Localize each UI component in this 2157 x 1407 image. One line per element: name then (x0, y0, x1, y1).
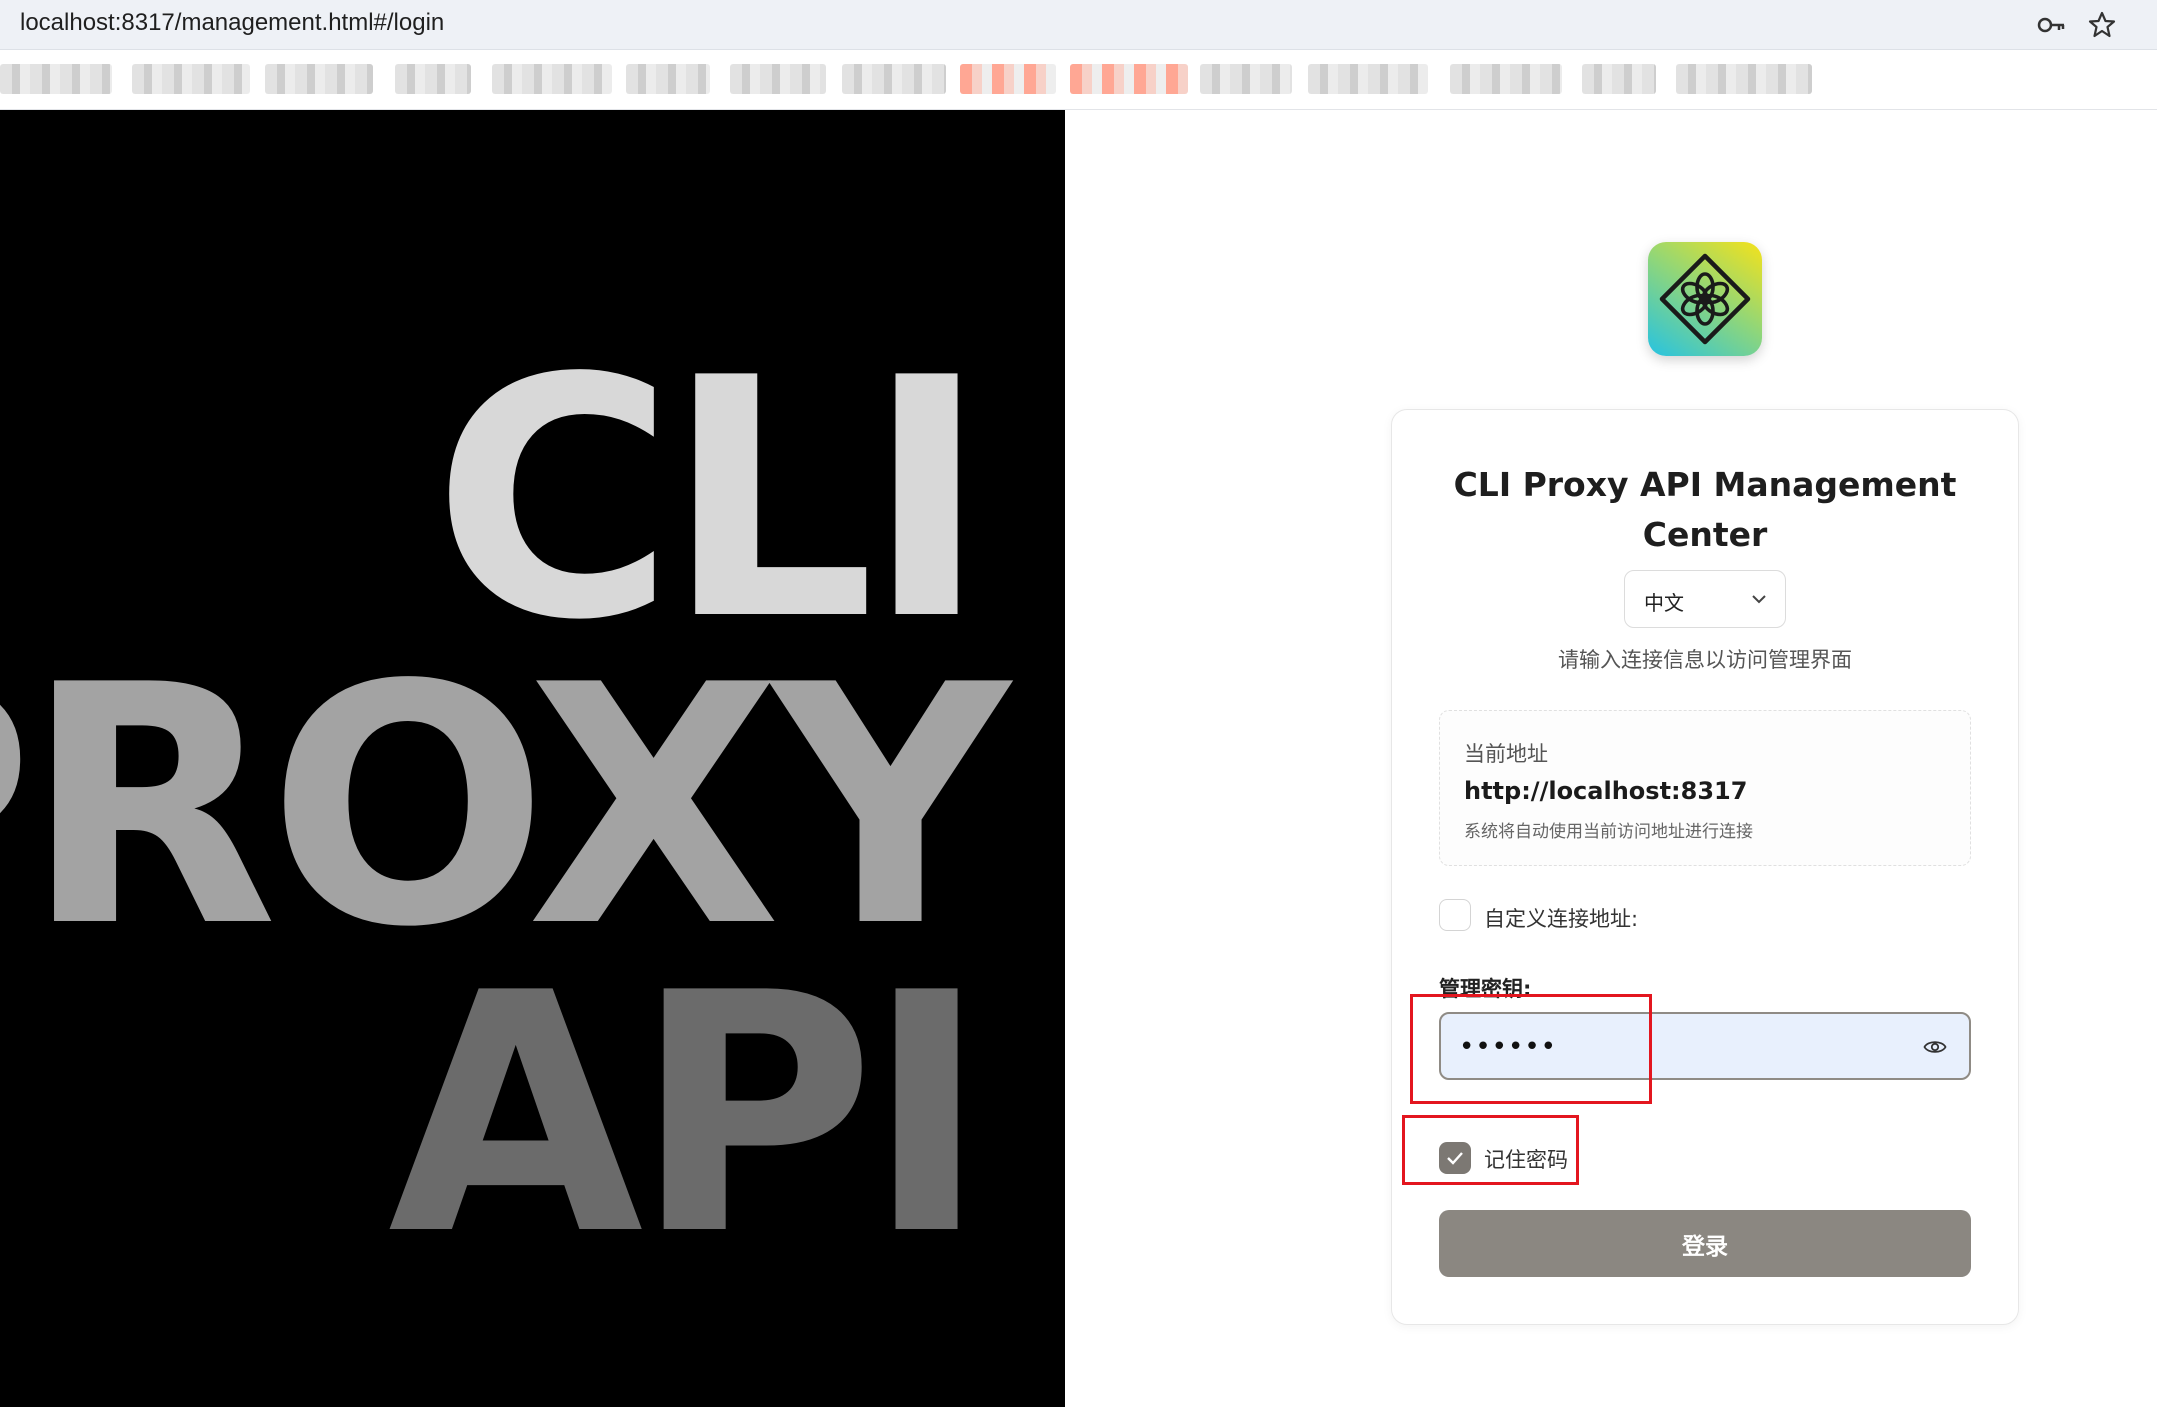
key-icon[interactable] (2036, 10, 2066, 40)
url-text[interactable]: localhost:8317/management.html#/login (20, 9, 444, 37)
current-address-box: 当前地址 http://localhost:8317 系统将自动使用当前访问地址… (1439, 710, 1971, 866)
login-button[interactable]: 登录 (1439, 1210, 1971, 1277)
page-title: CLI Proxy API Management Center (1453, 465, 1957, 554)
login-subtitle: 请输入连接信息以访问管理界面 (1558, 648, 1852, 672)
bookmark-item[interactable] (1200, 64, 1292, 94)
bookmark-item[interactable] (1676, 64, 1812, 94)
browser-address-bar: localhost:8317/management.html#/login (0, 0, 2157, 50)
custom-address-checkbox[interactable] (1439, 899, 1471, 931)
annotation-box-password (1410, 994, 1652, 1104)
bookmark-item[interactable] (842, 64, 946, 94)
bookmark-item[interactable] (730, 64, 826, 94)
bookmark-item[interactable] (1450, 64, 1562, 94)
chevron-down-icon (1752, 595, 1766, 604)
bookmark-item[interactable] (1308, 64, 1428, 94)
current-address-label: 当前地址 (1464, 742, 1548, 766)
eye-icon[interactable] (1923, 1038, 1947, 1056)
bookmark-item[interactable] (1070, 64, 1188, 94)
custom-address-label[interactable]: 自定义连接地址: (1484, 903, 1638, 933)
bookmark-item[interactable] (132, 64, 250, 94)
bookmark-item[interactable] (265, 64, 373, 94)
language-select[interactable]: 中文 (1624, 570, 1786, 628)
language-selected-value: 中文 (1644, 591, 1684, 615)
star-icon[interactable] (2087, 10, 2117, 40)
annotation-box-remember (1402, 1115, 1579, 1185)
bookmark-item[interactable] (626, 64, 710, 94)
bookmark-item[interactable] (492, 64, 612, 94)
hero-panel: CLI PROXY API (0, 110, 1065, 1407)
app-logo (1648, 242, 1762, 356)
hero-word-api: API (387, 923, 988, 1307)
bookmark-item[interactable] (0, 64, 112, 94)
bookmarks-bar (0, 50, 2157, 110)
bookmark-item[interactable] (960, 64, 1056, 94)
current-address-hint: 系统将自动使用当前访问地址进行连接 (1464, 822, 1753, 842)
bookmark-item[interactable] (395, 64, 471, 94)
login-card: CLI Proxy API Management Center 中文 请输入连接… (1391, 409, 2019, 1325)
current-address-value: http://localhost:8317 (1464, 777, 1748, 805)
bookmark-item[interactable] (1582, 64, 1656, 94)
